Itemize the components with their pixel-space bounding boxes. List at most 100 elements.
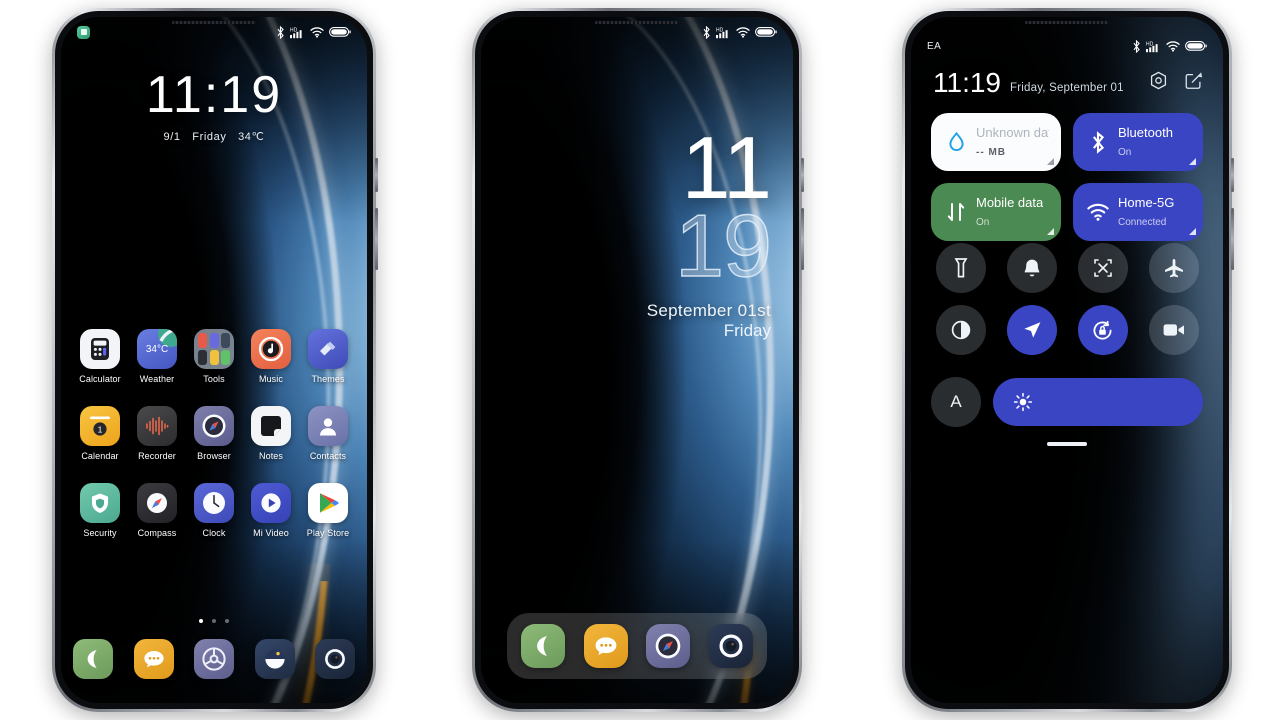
toggle-screenshot[interactable] xyxy=(1077,243,1128,293)
control-center: 11:19 Friday, September 01 Unknown da --… xyxy=(911,17,1223,703)
page-dot[interactable] xyxy=(199,619,203,623)
home-dock xyxy=(73,639,355,679)
video-play-icon xyxy=(251,483,291,523)
messages-icon[interactable] xyxy=(583,624,628,668)
brightness-slider[interactable] xyxy=(993,378,1203,426)
browser-icon[interactable] xyxy=(646,624,691,668)
clock-weekday: Friday xyxy=(192,131,227,143)
app-grid: Calculator 34°C Weather Tools Music Them… xyxy=(73,329,355,538)
flashlight-icon xyxy=(954,258,967,278)
app-contacts[interactable]: Contacts xyxy=(301,406,355,461)
phone-icon[interactable] xyxy=(73,639,113,679)
wifi-icon xyxy=(310,27,324,38)
tile-data-plan[interactable]: Unknown data plan -- MB xyxy=(931,113,1061,171)
browser-icon[interactable] xyxy=(194,639,234,679)
bell-icon xyxy=(1024,259,1039,277)
calculator-icon xyxy=(80,329,120,369)
app-label: Clock xyxy=(202,528,226,538)
home-clock-widget[interactable]: 11:19 9/1 Friday 34℃ xyxy=(61,69,367,143)
page-indicator[interactable] xyxy=(61,619,367,623)
app-label: Security xyxy=(83,528,117,538)
app-clock[interactable]: Clock xyxy=(187,483,241,538)
tile-expand-corner[interactable] xyxy=(1189,158,1196,165)
tile-subtitle: -- MB xyxy=(976,147,1006,158)
wifi-icon xyxy=(736,27,750,38)
gallery-icon[interactable] xyxy=(254,639,295,679)
app-play-store[interactable]: Play Store xyxy=(301,483,355,538)
clock-date: 9/1 xyxy=(163,131,181,143)
app-tools-folder[interactable]: Tools xyxy=(187,329,241,384)
app-label: Compass xyxy=(137,528,177,538)
app-label: Notes xyxy=(258,451,283,461)
app-weather[interactable]: 34°C Weather xyxy=(130,329,184,384)
font-size-button[interactable]: A xyxy=(931,377,981,427)
signal-hd-icon: HD xyxy=(290,27,302,38)
settings-gear-icon[interactable] xyxy=(1149,71,1168,95)
toggle-grid xyxy=(931,243,1203,355)
page-dot[interactable] xyxy=(225,619,229,623)
recorder-icon xyxy=(137,406,177,446)
toggle-flashlight[interactable] xyxy=(935,243,986,293)
airplane-icon xyxy=(1164,259,1183,278)
phone-icon[interactable] xyxy=(521,624,565,668)
tile-mobile-data[interactable]: Mobile data On xyxy=(931,183,1061,241)
tile-title: Unknown data plan xyxy=(976,125,1049,140)
app-label: Music xyxy=(258,374,283,384)
signal-hd-icon: HD xyxy=(1146,41,1158,52)
weather-temp: 34°C xyxy=(145,343,169,355)
phone-device-2: HD 11 19 September 01st Friday xyxy=(472,8,804,712)
camera-icon[interactable] xyxy=(315,639,355,679)
contacts-icon xyxy=(308,406,348,446)
carrier-label: EA xyxy=(927,40,942,52)
play-store-icon xyxy=(308,483,348,523)
phone-device-1: HD 11:19 9/1 Friday 34℃ Calculator 34°C … xyxy=(52,8,378,712)
phone1-screen[interactable]: HD 11:19 9/1 Friday 34℃ Calculator 34°C … xyxy=(61,17,367,703)
volume-button[interactable] xyxy=(801,158,804,192)
volume-button[interactable] xyxy=(375,158,378,192)
drag-handle[interactable] xyxy=(1047,442,1087,446)
music-icon xyxy=(251,329,291,369)
tile-bluetooth[interactable]: Bluetooth On xyxy=(1073,113,1203,171)
toggle-dark-mode[interactable] xyxy=(935,305,986,355)
app-security[interactable]: Security xyxy=(73,483,127,538)
power-button[interactable] xyxy=(1231,208,1234,270)
phone3-screen[interactable]: EA HD 11:19 Friday, September 01 Unknown… xyxy=(911,17,1223,703)
lock-clock[interactable]: 11 19 September 01st Friday xyxy=(646,123,773,341)
toggle-ringtone[interactable] xyxy=(1006,243,1057,293)
page-dot[interactable] xyxy=(212,619,216,623)
toggle-rotation-lock[interactable] xyxy=(1077,305,1128,355)
app-row: Security Compass Clock Mi Video Play Sto… xyxy=(73,483,355,538)
power-button[interactable] xyxy=(801,208,804,270)
tile-expand-corner[interactable] xyxy=(1047,158,1054,165)
app-themes[interactable]: Themes xyxy=(301,329,355,384)
app-browser[interactable]: Browser xyxy=(187,406,241,461)
toggle-airplane[interactable] xyxy=(1148,243,1199,293)
app-music[interactable]: Music xyxy=(244,329,298,384)
messages-icon[interactable] xyxy=(133,639,174,679)
app-mi-video[interactable]: Mi Video xyxy=(244,483,298,538)
app-compass[interactable]: Compass xyxy=(130,483,184,538)
phone2-screen[interactable]: HD 11 19 September 01st Friday xyxy=(481,17,793,703)
power-button[interactable] xyxy=(375,208,378,270)
brightness-sun-icon xyxy=(1013,392,1033,412)
browser-icon xyxy=(194,406,234,446)
app-recorder[interactable]: Recorder xyxy=(130,406,184,461)
tile-expand-corner[interactable] xyxy=(1047,228,1054,235)
camera-icon[interactable] xyxy=(708,624,753,668)
quick-setting-tiles: Unknown data plan -- MB Bluetooth On xyxy=(931,113,1203,241)
toggle-screen-recorder[interactable] xyxy=(1148,305,1199,355)
tile-wifi[interactable]: Home-5G Connected xyxy=(1073,183,1203,241)
app-notes[interactable]: Notes xyxy=(244,406,298,461)
tile-title: Mobile data xyxy=(976,195,1044,210)
toggle-location[interactable] xyxy=(1006,305,1057,355)
app-calendar[interactable]: 1 Calendar xyxy=(73,406,127,461)
tile-expand-corner[interactable] xyxy=(1189,228,1196,235)
volume-button[interactable] xyxy=(1231,158,1234,192)
bottom-controls: A xyxy=(931,377,1203,427)
edit-pencil-icon[interactable] xyxy=(1184,71,1203,95)
app-calculator[interactable]: Calculator xyxy=(73,329,127,384)
lock-clock-date: September 01st xyxy=(646,301,771,321)
calendar-icon: 1 xyxy=(80,406,120,446)
notes-icon xyxy=(251,406,291,446)
bluetooth-icon xyxy=(1085,130,1111,154)
